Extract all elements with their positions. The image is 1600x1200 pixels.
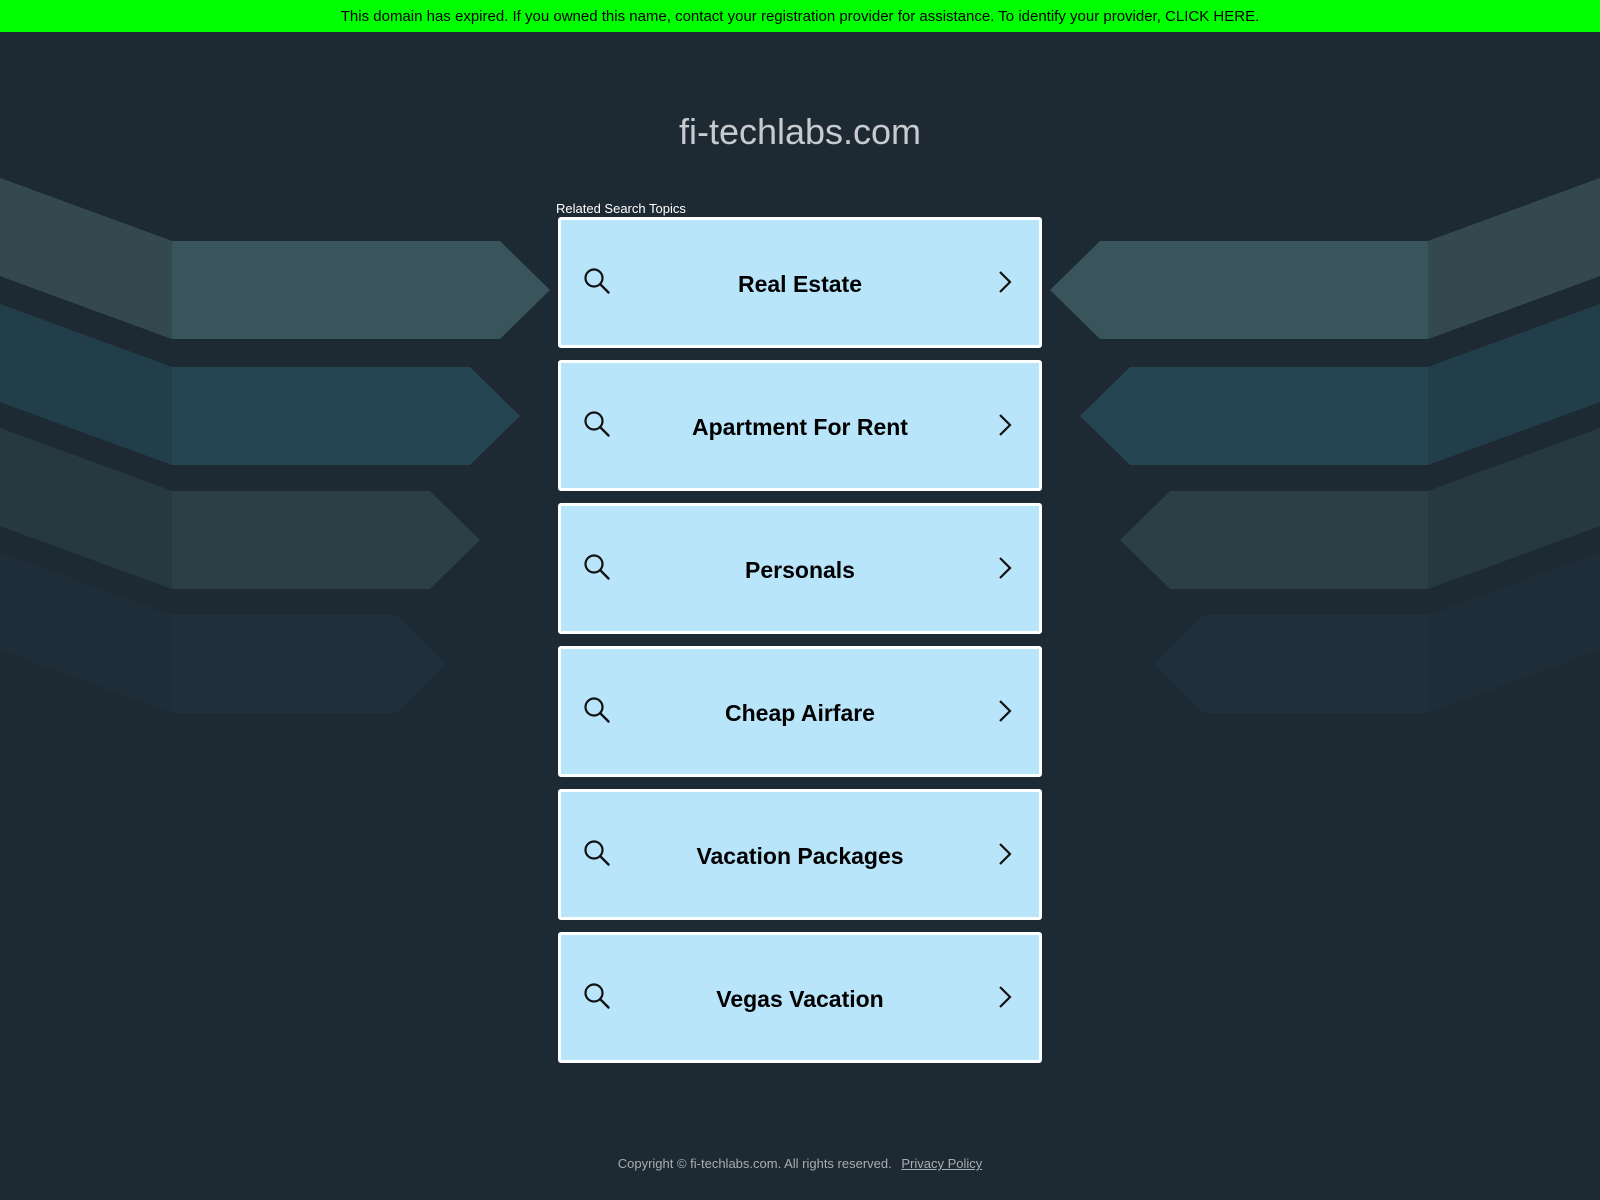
domain-expired-banner[interactable]: This domain has expired. If you owned th… <box>0 0 1600 32</box>
chevron-right-icon <box>999 986 1012 1008</box>
chevron-right-icon <box>999 271 1012 293</box>
topic-label: Real Estate <box>737 271 862 297</box>
copyright-text: Copyright © fi-techlabs.com. All rights … <box>617 1156 892 1171</box>
related-topics-list: Real Estate Apartment For Rent Personals <box>558 217 1042 1075</box>
topic-personals[interactable]: Personals <box>558 503 1042 634</box>
topic-real-estate[interactable]: Real Estate <box>558 217 1042 348</box>
topic-label: Personals <box>745 557 855 583</box>
topic-label: Cheap Airfare <box>725 700 875 726</box>
footer: Copyright © fi-techlabs.com. All rights … <box>0 1156 1600 1172</box>
chevron-right-icon <box>999 843 1012 865</box>
parked-domain-page: This domain has expired. If you owned th… <box>0 0 1600 1200</box>
chevron-right-icon <box>999 414 1012 436</box>
domain-title: fi-techlabs.com <box>678 111 922 152</box>
privacy-policy-link[interactable]: Privacy Policy <box>901 1156 982 1171</box>
topic-cheap-airfare[interactable]: Cheap Airfare <box>558 646 1042 777</box>
topic-vegas-vacation[interactable]: Vegas Vacation <box>558 932 1042 1063</box>
topic-vacation-packages[interactable]: Vacation Packages <box>558 789 1042 920</box>
topic-label: Vacation Packages <box>696 843 904 869</box>
topic-apartment-for-rent[interactable]: Apartment For Rent <box>558 360 1042 491</box>
chevron-right-icon <box>999 700 1012 722</box>
topic-label: Vegas Vacation <box>716 986 884 1012</box>
related-search-topics-label: Related Search Topics <box>556 201 686 216</box>
topic-label: Apartment For Rent <box>692 414 908 440</box>
chevron-right-icon <box>999 557 1012 579</box>
